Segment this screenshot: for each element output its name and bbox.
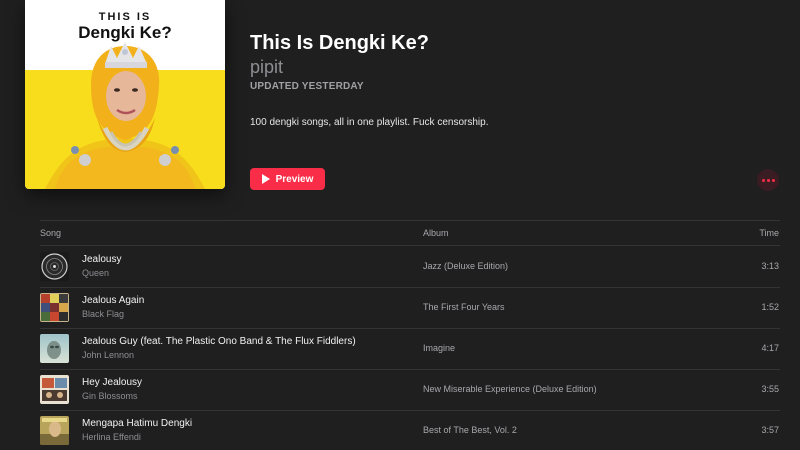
playlist-title: This Is Dengki Ke?: [250, 32, 429, 54]
cover-title-text: Dengki Ke?: [78, 23, 172, 42]
song-time: 1:52: [761, 302, 779, 312]
song-title[interactable]: Hey Jealousy: [82, 377, 142, 388]
song-album[interactable]: The First Four Years: [423, 302, 505, 312]
table-row[interactable]: Jealous Again Black Flag The First Four …: [0, 287, 800, 328]
song-title[interactable]: Jealous Again: [82, 295, 144, 306]
album-art-imagine: [40, 334, 69, 363]
album-art-first-four-years: [40, 293, 69, 322]
table-row[interactable]: Jealousy Queen Jazz (Deluxe Edition) 3:1…: [0, 246, 800, 287]
album-art-new-miserable-experience: [40, 375, 69, 404]
song-album[interactable]: Best of The Best, Vol. 2: [423, 425, 517, 435]
album-art-best-of-the-best: [40, 416, 69, 445]
song-title[interactable]: Jealous Guy (feat. The Plastic Ono Band …: [82, 336, 356, 347]
play-icon: [261, 174, 270, 184]
playlist-curator-link[interactable]: pipit: [250, 57, 283, 78]
album-art-jazz: [40, 252, 69, 281]
preview-button-label: Preview: [275, 173, 314, 185]
song-album[interactable]: Imagine: [423, 343, 455, 353]
more-options-button[interactable]: [757, 169, 779, 191]
song-artist[interactable]: Black Flag: [82, 309, 124, 319]
ellipsis-icon: [761, 178, 775, 182]
song-artist[interactable]: Queen: [82, 268, 109, 278]
table-row[interactable]: Mengapa Hatimu Dengki Herlina Effendi Be…: [0, 410, 800, 450]
song-album[interactable]: New Miserable Experience (Deluxe Edition…: [423, 384, 597, 394]
playlist-description: 100 dengki songs, all in one playlist. F…: [250, 117, 489, 128]
column-header-time[interactable]: Time: [759, 228, 779, 238]
playlist-cover[interactable]: THIS IS Dengki Ke?: [25, 0, 225, 189]
song-time: 3:13: [761, 261, 779, 271]
preview-button[interactable]: Preview: [250, 168, 325, 190]
table-row[interactable]: Jealous Guy (feat. The Plastic Ono Band …: [0, 328, 800, 369]
cover-kicker-text: THIS IS: [98, 11, 152, 23]
song-time: 3:55: [761, 384, 779, 394]
song-time: 4:17: [761, 343, 779, 353]
song-album[interactable]: Jazz (Deluxe Edition): [423, 261, 508, 271]
song-artist[interactable]: John Lennon: [82, 350, 134, 360]
playlist-page: THIS IS Dengki Ke? This Is Dengki Ke? pi…: [0, 0, 800, 450]
column-header-song[interactable]: Song: [40, 228, 61, 238]
table-top-divider: [40, 220, 780, 221]
song-artist[interactable]: Gin Blossoms: [82, 391, 138, 401]
playlist-updated-label: UPDATED YESTERDAY: [250, 81, 364, 92]
song-title[interactable]: Mengapa Hatimu Dengki: [82, 418, 192, 429]
song-time: 3:57: [761, 425, 779, 435]
table-row[interactable]: Hey Jealousy Gin Blossoms New Miserable …: [0, 369, 800, 410]
column-header-album[interactable]: Album: [423, 228, 449, 238]
song-artist[interactable]: Herlina Effendi: [82, 432, 141, 442]
song-title[interactable]: Jealousy: [82, 254, 121, 265]
